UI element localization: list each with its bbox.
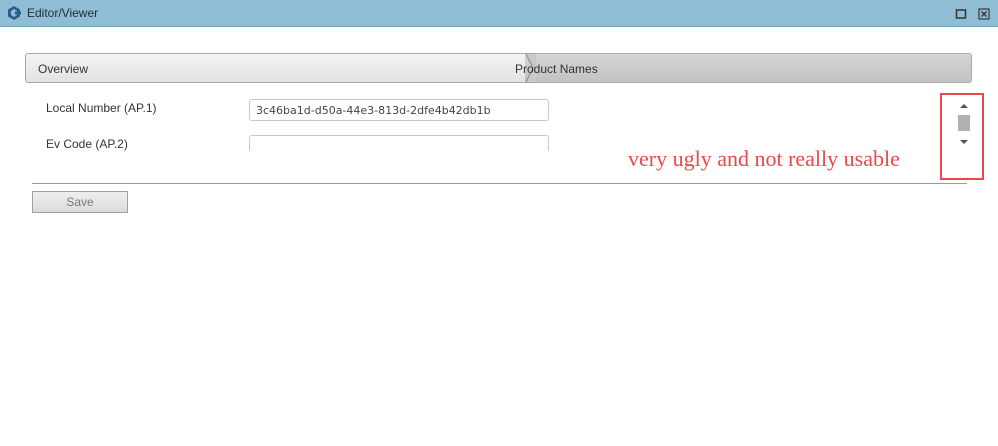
annotation-highlight-box: [940, 93, 984, 180]
breadcrumb-item-product-names[interactable]: Product Names: [515, 62, 598, 76]
save-button[interactable]: Save: [32, 191, 128, 213]
breadcrumb: Overview Product Names: [25, 53, 972, 83]
breadcrumb-item-overview[interactable]: Overview: [38, 62, 88, 76]
app-logo-icon: [8, 6, 21, 20]
form-divider: [32, 183, 967, 184]
annotation-text: very ugly and not really usable: [628, 146, 900, 171]
window-titlebar: Editor/Viewer: [0, 0, 998, 27]
local-number-label: Local Number (AP.1): [46, 101, 157, 115]
ev-code-input[interactable]: [249, 135, 549, 151]
local-number-input[interactable]: [249, 99, 549, 121]
form-scroll-viewport: [240, 130, 560, 151]
maximize-icon[interactable]: [955, 8, 967, 20]
close-icon[interactable]: [978, 8, 990, 20]
window-title: Editor/Viewer: [27, 6, 99, 20]
ev-code-label: Ev Code (AP.2): [46, 137, 128, 151]
